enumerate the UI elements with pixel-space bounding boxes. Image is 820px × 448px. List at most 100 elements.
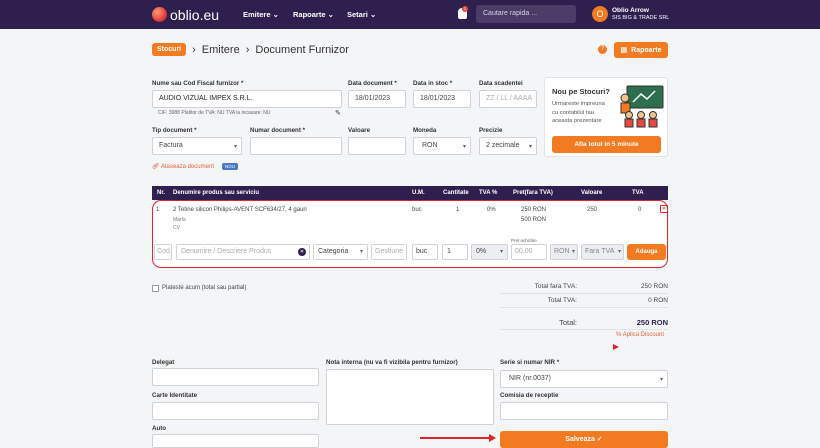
chevron-down-icon: ▾ (659, 377, 663, 383)
chevron-down-icon: ▾ (571, 249, 575, 255)
attach-document-link[interactable]: 🔗︎ Ataseaza document (152, 163, 214, 170)
valoare-input[interactable] (348, 137, 406, 155)
auto-input[interactable] (152, 434, 319, 448)
total-tva-value: 0 RON (648, 297, 668, 304)
chevron-down-icon: ⌄ (327, 10, 334, 19)
pret-input[interactable]: 00.00 (511, 244, 547, 260)
row-price: 250 RON (521, 207, 547, 213)
col-denumire: Denumire produs sau serviciu (173, 190, 260, 196)
edit-icon[interactable]: ✎ (335, 109, 341, 117)
col-tva: TVA (632, 190, 644, 196)
chevron-down-icon: ▾ (528, 144, 532, 150)
delegat-input[interactable] (152, 368, 319, 386)
data-stoc-input[interactable]: 18/01/2023 (413, 90, 471, 108)
plateste-checkbox[interactable] (152, 285, 159, 292)
divider (500, 293, 668, 294)
total-fara-tva-value: 250 RON (640, 283, 668, 290)
tva-type-select[interactable]: Fara TVA ▾ (581, 244, 624, 260)
cod-input[interactable]: Cod (154, 244, 172, 260)
gestiune-input[interactable]: Gestiune (371, 244, 407, 260)
row-tva-pct: 0% (487, 207, 496, 213)
moneda-row-select[interactable]: RON ▾ (550, 244, 578, 260)
carte-identitate-input[interactable] (152, 402, 319, 420)
nav-emitere[interactable]: Emitere ⌄ (243, 10, 279, 19)
col-um: U.M. (412, 190, 425, 196)
auto-label: Auto (152, 425, 167, 432)
plateste-label: Plateste acum (total sau partial) (162, 285, 247, 291)
tva-select[interactable]: 0% ▾ (471, 244, 508, 260)
breadcrumb-emitere[interactable]: Emitere (202, 44, 240, 56)
moneda-select[interactable]: RON ▾ (413, 137, 471, 155)
aplica-discount-link[interactable]: % Aplica Discount (616, 332, 664, 338)
tip-document-select[interactable]: Factura ▾ (152, 137, 242, 155)
total-tva-label: Total TVA: (547, 297, 577, 304)
tip-document-label: Tip document * (152, 127, 197, 134)
report-icon: ▤ (620, 47, 628, 54)
divider (500, 307, 668, 308)
furnizor-input[interactable]: AUDIO VIZUAL IMPEX S.R.L. (152, 90, 342, 108)
delete-row-icon[interactable]: ✕ (660, 205, 668, 213)
data-stoc-label: Data in stoc * (413, 80, 453, 87)
logo-text: oblio.eu (170, 6, 220, 23)
nota-interna-textarea[interactable] (326, 369, 494, 425)
nav-setari[interactable]: Setari ⌄ (347, 10, 376, 19)
valoare-label: Valoare (348, 127, 371, 134)
nota-interna-label: Nota interna (nu va fi vizibila pentru f… (326, 359, 458, 366)
annotation-arrow-head (489, 434, 496, 442)
row-product-name[interactable]: 2 Tetine silicon Philips-AVENT SCF634/27… (173, 207, 307, 213)
total-fara-tva-label: Total fara TVA: (534, 283, 577, 290)
delegat-label: Delegat (152, 359, 175, 366)
row-price-total: 500 RON (521, 217, 547, 223)
products-table-header: Nr. Denumire produs sau serviciu U.M. Ca… (152, 186, 668, 200)
search-input[interactable]: Cautare rapida ... (476, 5, 576, 23)
promo-card: Nou pe Stocuri? Urmareste impreuna cu co… (544, 77, 668, 157)
chevron-right-icon: › (192, 43, 196, 56)
company-name: SIS BIG & TRADE SRL (612, 15, 670, 21)
chevron-down-icon: ▾ (499, 249, 503, 255)
um-input[interactable]: buc (412, 244, 438, 260)
product-name-input[interactable]: Denumire / Descriere Produs ✕ (176, 244, 310, 260)
row-qty: 1 (456, 207, 460, 213)
total-label: Total: (559, 318, 577, 327)
pret-achizitie-label: Pret achizitie (511, 238, 537, 243)
oblio-logo[interactable]: oblio.eu (152, 6, 219, 23)
promo-button[interactable]: Afla totul in 5 minute (552, 136, 661, 153)
rapoarte-button[interactable]: ▤ Rapoarte (614, 42, 668, 58)
breadcrumb: Stocuri › Emitere › Document Furnizor (152, 43, 349, 56)
carte-identitate-label: Carte Identitate (152, 392, 198, 399)
moneda-label: Moneda (413, 127, 437, 134)
col-cantitate: Cantitate (443, 190, 469, 196)
promo-body: Urmareste impreuna cu contabilul tau ace… (552, 101, 605, 124)
new-badge: NOU (222, 163, 238, 170)
data-document-input[interactable]: 18/01/2023 (348, 90, 406, 108)
clear-icon[interactable]: ✕ (298, 248, 306, 256)
annotation-arrow (613, 344, 619, 350)
notification-badge: 1 (462, 6, 468, 12)
row-valoare: 250 (587, 207, 598, 213)
numar-document-label: Numar document * (250, 127, 306, 134)
comisia-input[interactable] (500, 402, 668, 420)
row-gestiune: Marfa (173, 217, 186, 223)
adauga-button[interactable]: Adauga (627, 244, 666, 260)
precizie-select[interactable]: 2 zecimale ▾ (479, 137, 537, 155)
serie-nir-label: Serie si numar NIR * (500, 359, 560, 366)
numar-document-input[interactable] (250, 137, 342, 155)
col-valoare: Valoare (581, 190, 603, 196)
chevron-down-icon: ⌄ (272, 10, 279, 19)
nav-rapoarte[interactable]: Rapoarte ⌄ (293, 10, 334, 19)
serie-nir-select[interactable]: NIR (nr.0037) ▾ (500, 370, 668, 388)
data-scadentei-input[interactable]: ZZ / LL / AAAA (479, 90, 537, 108)
data-scadentei-label: Data scadentei (479, 80, 523, 87)
total-value: 250 RON (636, 318, 668, 327)
salveaza-button[interactable]: Salveaza ✓ (500, 431, 668, 448)
categoria-select[interactable]: Categoria ▾ (313, 244, 368, 260)
page-title: Document Furnizor (255, 43, 349, 56)
user-name[interactable]: Oblio Arrow (612, 7, 649, 14)
qty-input[interactable]: 1 (442, 244, 468, 260)
user-avatar[interactable]: O (592, 6, 608, 22)
col-nr: Nr. (157, 190, 166, 196)
chevron-down-icon: ▾ (359, 249, 363, 255)
help-icon[interactable]: ? (598, 45, 607, 54)
top-navigation-bar (0, 0, 820, 29)
breadcrumb-stocuri[interactable]: Stocuri (152, 43, 187, 56)
